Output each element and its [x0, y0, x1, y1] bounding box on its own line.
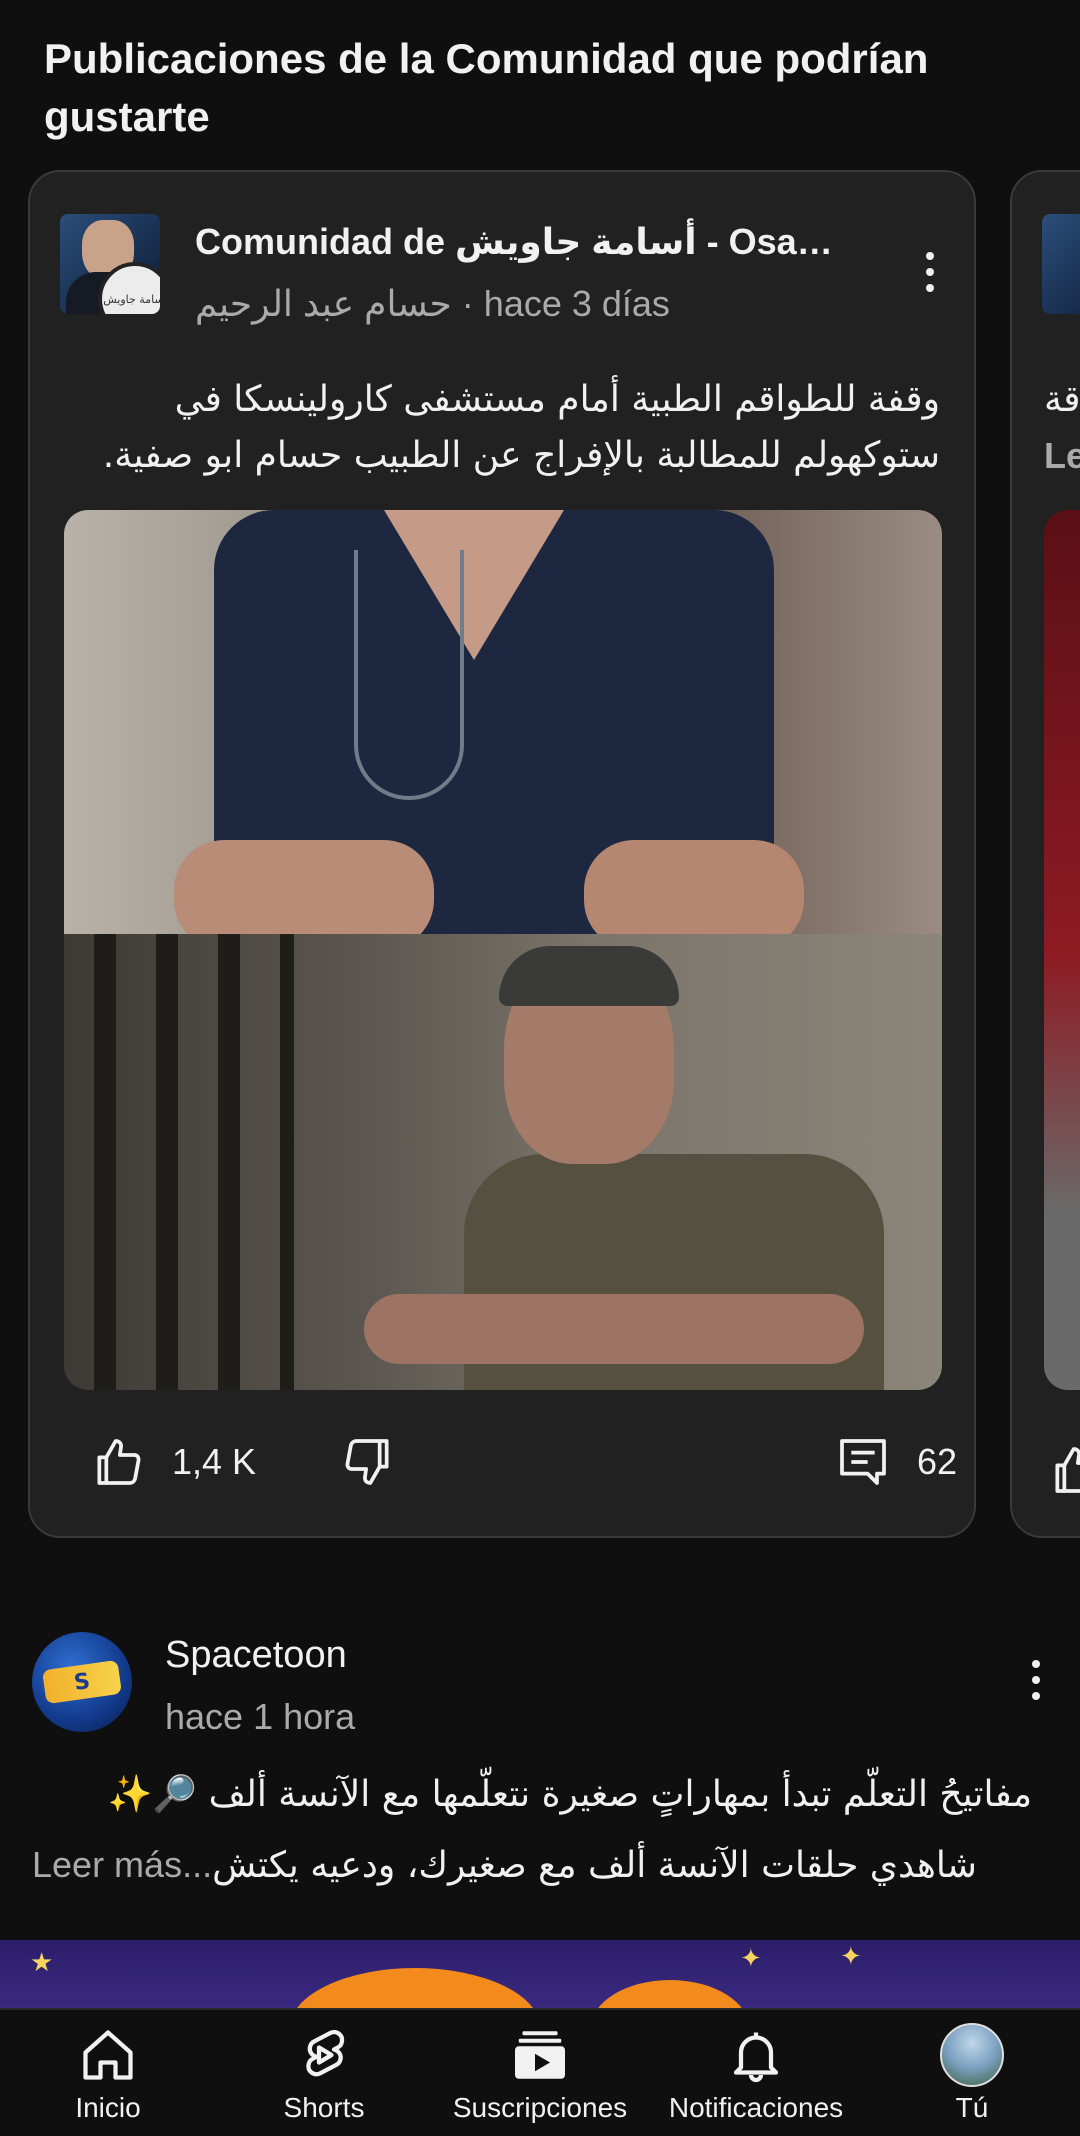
dislike-button[interactable]	[340, 1422, 396, 1502]
post-time: hace 1 hora	[165, 1696, 356, 1737]
like-count: 1,4 K	[172, 1441, 257, 1482]
comment-count: 62	[917, 1441, 958, 1482]
like-button[interactable]: 1,4 K	[90, 1422, 256, 1502]
post-text: مفاتيحُ التعلّم تبدأ بمهاراتٍ صغيرة نتعل…	[32, 1774, 1032, 1886]
home-icon	[83, 2030, 133, 2080]
nav-notifications[interactable]: Notificaciones	[648, 2020, 864, 2136]
comment-icon	[840, 1439, 886, 1485]
like-button[interactable]	[1048, 1442, 1080, 1503]
thumb-up-icon	[1055, 1447, 1080, 1493]
shorts-icon	[306, 2029, 345, 2077]
channel-avatar[interactable]	[1042, 214, 1080, 314]
post-actions: 1,4 K 62	[60, 1422, 957, 1502]
thumb-down-icon	[345, 1439, 389, 1485]
section-title: Publicaciones de la Comunidad que podría…	[44, 35, 929, 140]
more-vert-icon[interactable]	[910, 242, 950, 302]
channel-name[interactable]: Comunidad de أسامة جاويش - Osama ...	[195, 218, 855, 266]
community-post-card[interactable]: أسامة جاويش Comunidad de أسامة جاويش - O…	[28, 170, 976, 1538]
post-meta: حسام عبد الرحيم · hace 3 días	[195, 283, 670, 324]
read-more-link[interactable]: Le	[1044, 428, 1080, 484]
nav-subscriptions[interactable]: Suscripciones	[432, 2020, 648, 2136]
post-text: قة	[1044, 379, 1080, 420]
channel-avatar[interactable]: أسامة جاويش	[60, 214, 160, 314]
post-text: وقفة للطواقم الطبية أمام مستشفى كارولينس…	[102, 379, 940, 476]
channel-name[interactable]: Spacetoon	[165, 1630, 347, 1680]
bell-icon	[733, 2032, 779, 2083]
nav-you[interactable]: Tú	[864, 2020, 1080, 2136]
community-posts-carousel[interactable]: أسامة جاويش Comunidad de أسامة جاويش - O…	[0, 170, 1080, 1540]
comments-button[interactable]: 62	[835, 1422, 957, 1502]
nav-shorts[interactable]: Shorts	[216, 2020, 432, 2136]
post-image[interactable]	[64, 510, 942, 1390]
avatar	[940, 2023, 1004, 2087]
post-image[interactable]: ★ ✦ ✦	[0, 1940, 1080, 2010]
channel-avatar[interactable]: S	[32, 1632, 132, 1732]
thumb-up-icon	[97, 1439, 141, 1485]
post-author: حسام عبد الرحيم	[195, 283, 452, 324]
next-post-card[interactable]: قة Le	[1010, 170, 1080, 1538]
subscriptions-icon	[515, 2031, 565, 2079]
read-more-link[interactable]: ...Leer más	[32, 1844, 212, 1885]
more-vert-icon[interactable]	[1016, 1650, 1056, 1710]
nav-home[interactable]: Inicio	[0, 2020, 216, 2136]
image-prisoner-panel	[64, 934, 942, 1390]
image-doctor-panel	[64, 510, 942, 950]
post-time: hace 3 días	[483, 283, 670, 324]
spacetoon-logo: S	[42, 1659, 122, 1705]
bottom-navigation: Inicio Shorts Suscripciones Notificacion…	[0, 2008, 1080, 2136]
post-image[interactable]	[1044, 510, 1080, 1390]
